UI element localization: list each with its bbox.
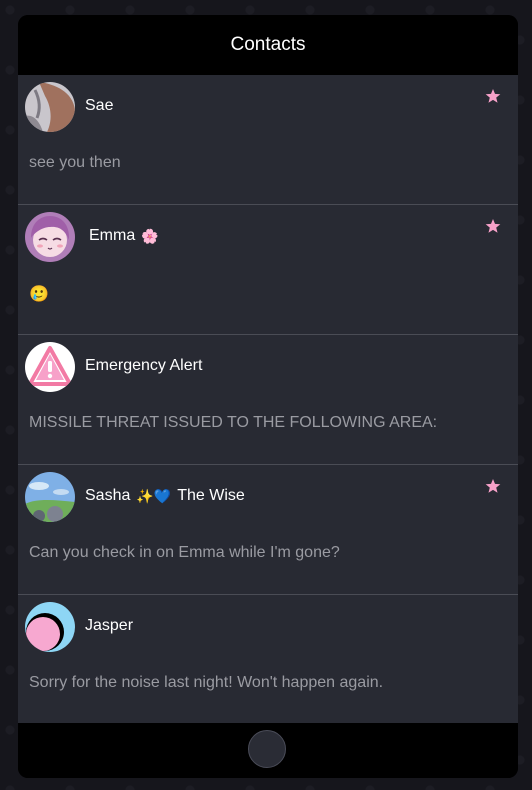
avatar [25, 82, 75, 132]
avatar [25, 472, 75, 522]
message-preview: Can you check in on Emma while I'm gone? [29, 544, 340, 561]
warning-triangle-avatar-icon [25, 342, 75, 392]
message-preview: 🥲 [29, 286, 49, 303]
landscape-avatar-icon [25, 472, 75, 522]
contact-item-emma[interactable]: Emma 🌸 🥲 [18, 205, 518, 335]
avatar [25, 602, 75, 652]
contact-item-sae[interactable]: Sae see you then [18, 75, 518, 205]
contact-name: Emergency Alert [85, 357, 203, 374]
sparkles-heart-emoji-icon: ✨💙 [136, 488, 172, 504]
contact-name: Jasper [85, 617, 134, 634]
header: Contacts [18, 15, 518, 75]
avatar [25, 342, 75, 392]
favorite-star-icon[interactable] [485, 478, 501, 494]
contact-name: Sae [85, 97, 114, 114]
anime-girl-avatar-icon [25, 212, 75, 262]
contact-name-row: Emma 🌸 [89, 226, 159, 246]
pink-circle-avatar-icon [25, 602, 75, 652]
contact-name: Sasha [85, 487, 131, 504]
contact-item-jasper[interactable]: Jasper Sorry for the noise last night! W… [18, 595, 518, 723]
message-preview: see you then [29, 154, 121, 171]
message-preview: Sorry for the noise last night! Won't ha… [29, 674, 384, 691]
contact-item-sasha[interactable]: Sasha ✨💙 The Wise Can you check in on Em… [18, 465, 518, 595]
page-title: Contacts [230, 34, 306, 55]
phone-frame: Contacts Sae see you then Emma 🌸 🥲 Emerg… [18, 15, 518, 778]
contact-list[interactable]: Sae see you then Emma 🌸 🥲 Emergency Aler… [18, 75, 518, 723]
contact-name-row: Sae [85, 96, 113, 116]
brown-figure-avatar-icon [25, 82, 75, 132]
contact-name-row: Jasper [85, 616, 133, 636]
contact-name-row: Sasha ✨💙 The Wise [85, 486, 245, 506]
favorite-star-icon[interactable] [485, 218, 501, 234]
contact-name-extra: The Wise [177, 487, 245, 504]
footer-bar [18, 723, 518, 778]
flower-emoji-icon: 🌸 [141, 228, 159, 244]
contact-name-row: Emergency Alert [85, 356, 202, 376]
message-preview: MISSILE THREAT ISSUED TO THE FOLLOWING A… [29, 414, 438, 431]
contact-name: Emma [89, 227, 136, 244]
favorite-star-icon[interactable] [485, 88, 501, 104]
avatar [25, 212, 75, 262]
contact-item-emergency-alert[interactable]: Emergency Alert MISSILE THREAT ISSUED TO… [18, 335, 518, 465]
home-button[interactable] [248, 730, 286, 768]
